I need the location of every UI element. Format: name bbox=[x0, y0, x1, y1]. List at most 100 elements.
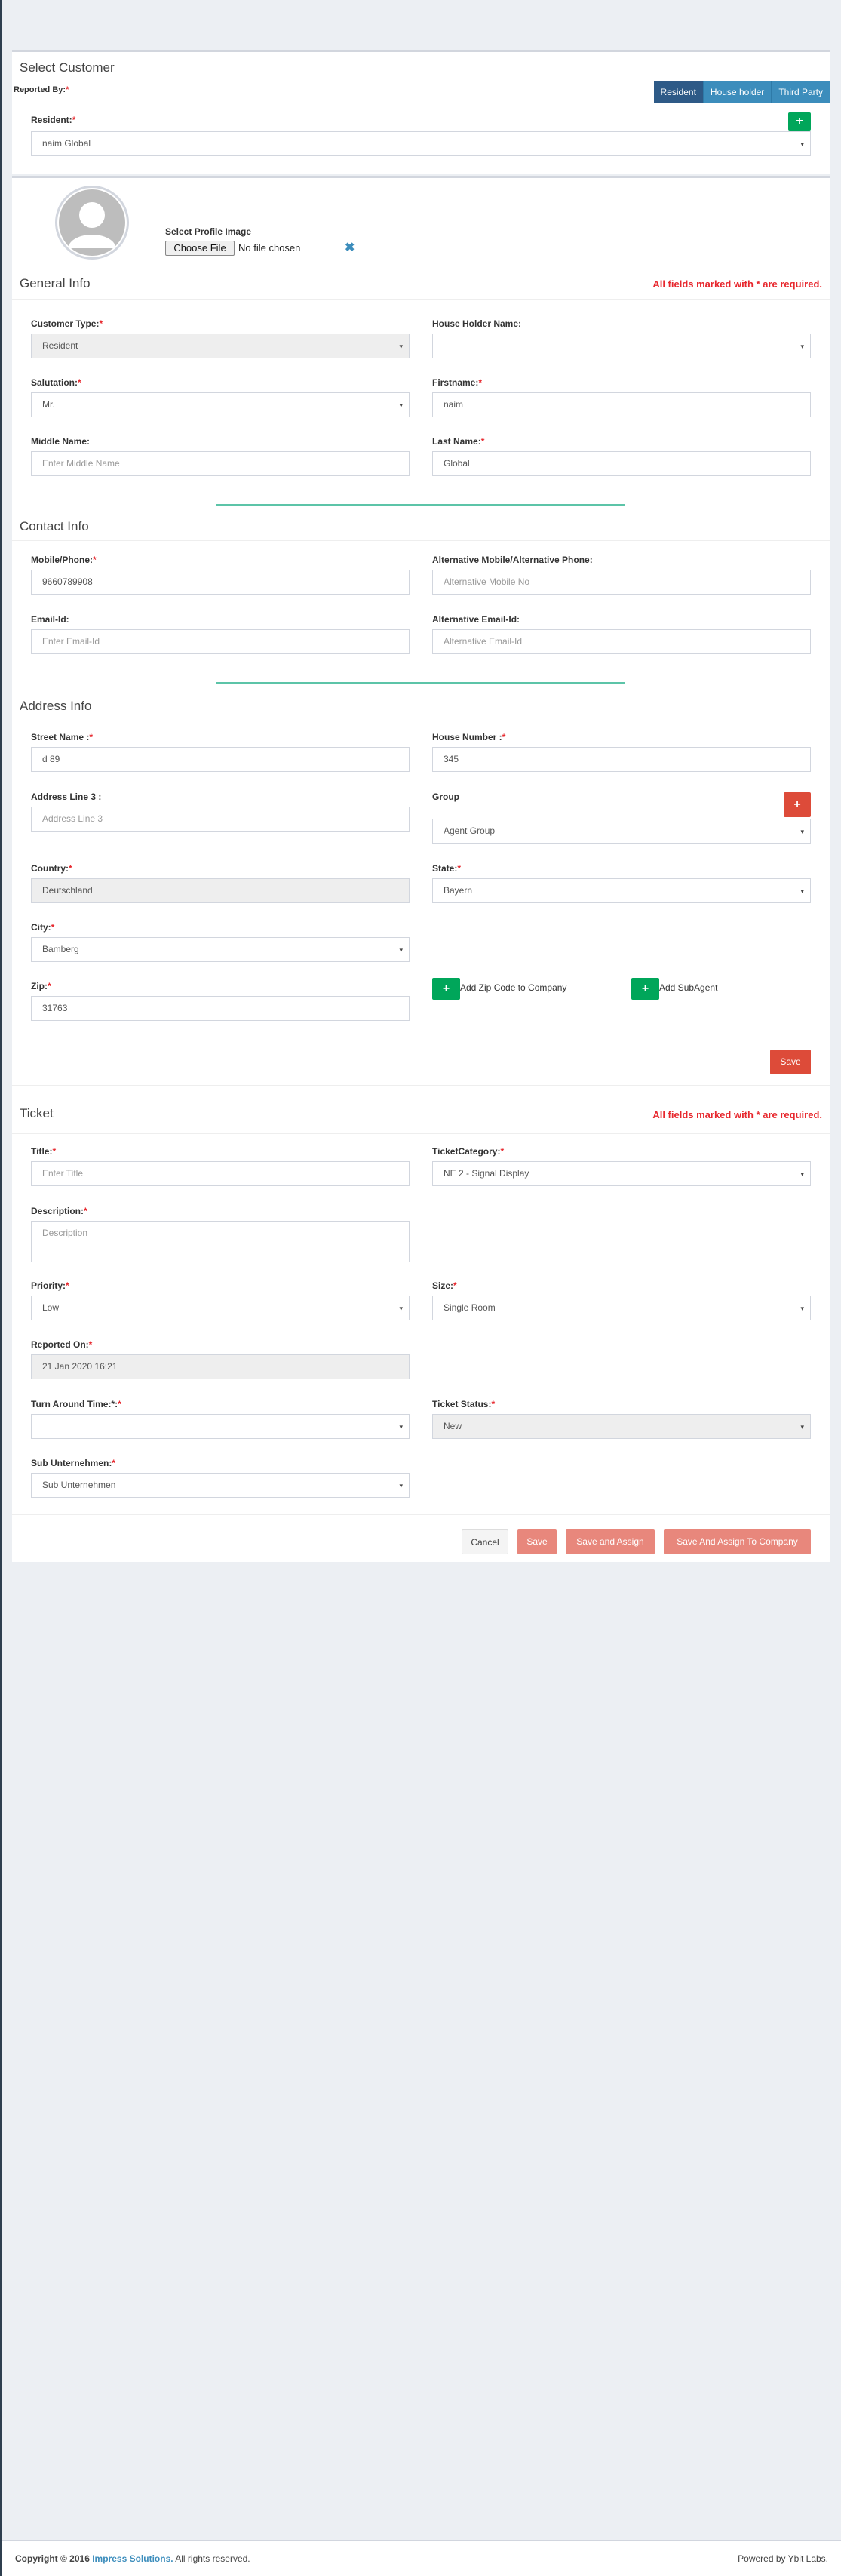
tab-resident[interactable]: Resident bbox=[653, 81, 703, 103]
address-info-header: Address Info bbox=[12, 693, 830, 718]
sub-unternehmen-select[interactable]: Sub Unternehmen ▾ bbox=[31, 1473, 410, 1498]
resident-label: Resident:* bbox=[31, 115, 76, 125]
plus-icon: + bbox=[796, 115, 803, 128]
add-zip-code-button[interactable]: + bbox=[432, 978, 460, 1000]
zip-label: Zip:* bbox=[31, 981, 51, 991]
state-label: State:* bbox=[432, 863, 462, 874]
company-link[interactable]: Impress Solutions. bbox=[92, 2553, 173, 2564]
add-resident-button[interactable]: + bbox=[788, 112, 811, 131]
middle-name-input[interactable]: Enter Middle Name bbox=[31, 451, 410, 476]
contact-info-card: Contact Info Mobile/Phone:* 9660789908 A… bbox=[12, 515, 830, 693]
ticket-category-label: TicketCategory:* bbox=[432, 1146, 505, 1157]
cancel-button[interactable]: Cancel bbox=[462, 1529, 508, 1554]
size-select[interactable]: Single Room ▾ bbox=[432, 1296, 811, 1320]
middle-name-label: Middle Name: bbox=[31, 436, 91, 447]
chevron-down-icon: ▾ bbox=[800, 887, 804, 895]
customer-type-label: Customer Type:* bbox=[31, 318, 103, 329]
tab-third-party[interactable]: Third Party bbox=[771, 81, 830, 103]
group-select[interactable]: Agent Group ▾ bbox=[432, 819, 811, 844]
turnaround-label: Turn Around Time:*:* bbox=[31, 1399, 121, 1409]
firstname-input[interactable]: naim bbox=[432, 392, 811, 417]
section-divider bbox=[216, 504, 625, 506]
plus-icon: + bbox=[641, 982, 649, 995]
customer-type-select[interactable]: Resident ▾ bbox=[31, 334, 410, 358]
last-name-label: Last Name:* bbox=[432, 436, 485, 447]
address-line3-label: Address Line 3 : bbox=[31, 792, 102, 802]
house-holder-select[interactable]: ▾ bbox=[432, 334, 811, 358]
general-info-header: General Info All fields marked with * ar… bbox=[12, 266, 830, 300]
city-label: City:* bbox=[31, 922, 55, 933]
email-input[interactable]: Enter Email-Id bbox=[31, 629, 410, 654]
left-rule bbox=[0, 0, 2, 2576]
street-name-input[interactable]: d 89 bbox=[31, 747, 410, 772]
ticket-save-button[interactable]: Save bbox=[517, 1529, 557, 1554]
reported-on-input[interactable]: 21 Jan 2020 16:21 bbox=[31, 1354, 410, 1379]
add-subagent-label[interactable]: Add SubAgent bbox=[659, 982, 717, 993]
choose-file-button[interactable]: Choose File bbox=[165, 241, 235, 256]
city-select[interactable]: Bamberg ▾ bbox=[31, 937, 410, 962]
resident-select[interactable]: naim Global ▾ bbox=[31, 131, 811, 156]
select-profile-image-label: Select Profile Image bbox=[165, 226, 252, 237]
required-note: All fields marked with * are required. bbox=[652, 1109, 822, 1120]
priority-select[interactable]: Low ▾ bbox=[31, 1296, 410, 1320]
section-title-select-customer: Select Customer bbox=[12, 52, 830, 82]
copyright-prefix: Copyright © 2016 bbox=[15, 2553, 90, 2564]
country-input[interactable]: Deutschland bbox=[31, 878, 410, 903]
ticket-title-label: Title:* bbox=[31, 1146, 57, 1157]
street-name-label: Street Name :* bbox=[31, 732, 94, 742]
footer: Copyright © 2016 Impress Solutions. All … bbox=[2, 2540, 841, 2576]
tab-house-holder[interactable]: House holder bbox=[702, 81, 772, 103]
mobile-input[interactable]: 9660789908 bbox=[31, 570, 410, 595]
sub-unternehmen-label: Sub Unternehmen:* bbox=[31, 1458, 116, 1468]
reporter-tabs: Resident House holder Third Party bbox=[653, 81, 830, 103]
save-and-assign-button[interactable]: Save and Assign bbox=[566, 1529, 655, 1554]
no-file-text: No file chosen bbox=[238, 242, 301, 254]
add-subagent-button[interactable]: + bbox=[631, 978, 659, 1000]
alt-email-input[interactable]: Alternative Email-Id bbox=[432, 629, 811, 654]
description-textarea[interactable]: Description bbox=[31, 1221, 410, 1262]
zip-input[interactable]: 31763 bbox=[31, 996, 410, 1021]
chevron-down-icon: ▾ bbox=[399, 946, 403, 954]
ticket-header: Ticket All fields marked with * are requ… bbox=[12, 1086, 830, 1134]
mobile-label: Mobile/Phone:* bbox=[31, 555, 97, 565]
address-save-button[interactable]: Save bbox=[770, 1050, 811, 1074]
chevron-down-icon: ▾ bbox=[399, 1423, 403, 1431]
ticket-category-select[interactable]: NE 2 - Signal Display ▾ bbox=[432, 1161, 811, 1186]
section-title-ticket: Ticket bbox=[20, 1106, 54, 1120]
ticket-title-input[interactable]: Enter Title bbox=[31, 1161, 410, 1186]
save-assign-company-button[interactable]: Save And Assign To Company bbox=[664, 1529, 811, 1554]
avatar bbox=[55, 186, 129, 260]
address-line3-input[interactable]: Address Line 3 bbox=[31, 807, 410, 832]
house-number-input[interactable]: 345 bbox=[432, 747, 811, 772]
x-icon[interactable]: ✖ bbox=[345, 240, 355, 255]
size-label: Size:* bbox=[432, 1280, 457, 1291]
turnaround-select[interactable]: ▾ bbox=[31, 1414, 410, 1439]
salutation-label: Salutation:* bbox=[31, 377, 81, 388]
reported-on-label: Reported On:* bbox=[31, 1339, 93, 1350]
chevron-down-icon: ▾ bbox=[800, 1170, 804, 1178]
contact-info-header: Contact Info bbox=[12, 515, 830, 541]
plus-icon: + bbox=[442, 982, 450, 995]
salutation-select[interactable]: Mr. ▾ bbox=[31, 392, 410, 417]
add-zip-code-label[interactable]: Add Zip Code to Company bbox=[460, 982, 566, 993]
alt-mobile-input[interactable]: Alternative Mobile No bbox=[432, 570, 811, 595]
chevron-down-icon: ▾ bbox=[800, 1423, 804, 1431]
rights-text: All rights reserved. bbox=[175, 2553, 250, 2564]
section-title-general-info: General Info bbox=[20, 276, 91, 290]
firstname-label: Firstname:* bbox=[432, 377, 483, 388]
powered-by: Powered by Ybit Labs. bbox=[738, 2553, 828, 2564]
plus-icon: + bbox=[793, 798, 801, 811]
section-title-address-info: Address Info bbox=[20, 699, 92, 713]
ticket-card: Ticket All fields marked with * are requ… bbox=[12, 1085, 830, 1562]
ticket-status-select[interactable]: New ▾ bbox=[432, 1414, 811, 1439]
section-divider bbox=[216, 682, 625, 684]
alt-email-label: Alternative Email-Id: bbox=[432, 614, 520, 625]
description-label: Description:* bbox=[31, 1206, 87, 1216]
last-name-input[interactable]: Global bbox=[432, 451, 811, 476]
chevron-down-icon: ▾ bbox=[399, 1305, 403, 1312]
add-group-button[interactable]: + bbox=[784, 792, 811, 817]
section-title-contact-info: Contact Info bbox=[20, 519, 89, 533]
state-select[interactable]: Bayern ▾ bbox=[432, 878, 811, 903]
chevron-down-icon: ▾ bbox=[800, 828, 804, 835]
house-number-label: House Number :* bbox=[432, 732, 506, 742]
